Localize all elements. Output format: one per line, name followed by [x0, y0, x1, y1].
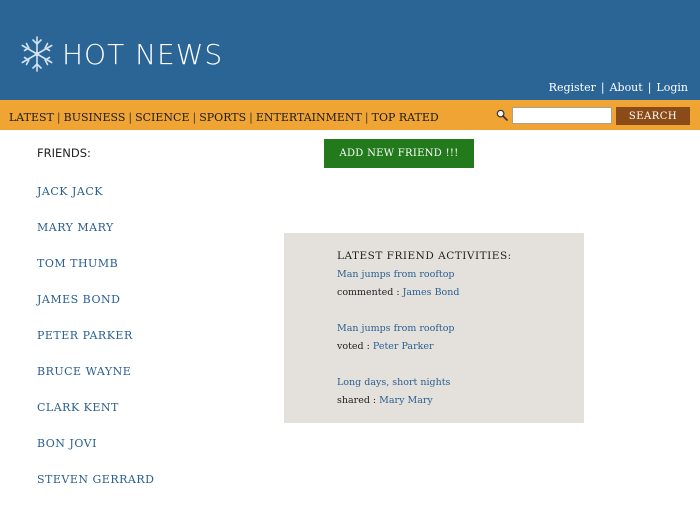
- search-input[interactable]: [512, 107, 612, 124]
- friend-link[interactable]: TOM THUMB: [37, 257, 118, 270]
- list-item: STEVEN GERRARD: [37, 470, 154, 506]
- activity-panel: LATEST FRIEND ACTIVITIES: Man jumps from…: [284, 233, 584, 423]
- story-link[interactable]: Man jumps from rooftop: [337, 266, 459, 284]
- nav-latest[interactable]: LATEST: [9, 111, 54, 124]
- friends-list: JACK JACK MARY MARY TOM THUMB JAMES BOND…: [37, 182, 154, 506]
- friend-link[interactable]: PETER PARKER: [37, 329, 133, 342]
- friend-link[interactable]: BRUCE WAYNE: [37, 365, 131, 378]
- list-item: CLARK KENT: [37, 398, 154, 434]
- login-link[interactable]: Login: [656, 81, 688, 94]
- search-button[interactable]: SEARCH: [616, 107, 690, 125]
- story-link[interactable]: Long days, short nights: [337, 374, 450, 392]
- nav-separator: |: [128, 111, 133, 124]
- nav-entertainment[interactable]: ENTERTAINMENT: [256, 111, 362, 124]
- nav-separator: |: [249, 111, 253, 124]
- activity-meta: commented : James Bond: [337, 284, 459, 302]
- nav-business[interactable]: BUSINESS: [64, 111, 126, 124]
- activity-item: Man jumps from rooftop commented : James…: [337, 266, 459, 302]
- activity-action: shared :: [337, 395, 377, 406]
- friend-link[interactable]: MARY MARY: [37, 221, 114, 234]
- nav-separator: |: [364, 111, 369, 124]
- magnifier-icon: [496, 109, 508, 121]
- register-link[interactable]: Register: [549, 81, 596, 94]
- friend-link[interactable]: Peter Parker: [373, 341, 434, 352]
- friend-link[interactable]: Mary Mary: [379, 395, 433, 406]
- nav-science[interactable]: SCIENCE: [135, 111, 189, 124]
- site-header: HOT NEWS Register | About | Login: [0, 0, 700, 100]
- list-item: JACK JACK: [37, 182, 154, 218]
- list-item: TOM THUMB: [37, 254, 154, 290]
- activity-title: LATEST FRIEND ACTIVITIES:: [337, 250, 512, 262]
- list-item: PETER PARKER: [37, 326, 154, 362]
- activity-action: voted :: [337, 341, 370, 352]
- friend-link[interactable]: BON JOVI: [37, 437, 97, 450]
- snowflake-icon: [21, 36, 53, 72]
- friend-link[interactable]: James Bond: [403, 287, 460, 298]
- friend-link[interactable]: STEVEN GERRARD: [37, 473, 154, 486]
- link-separator: |: [600, 81, 605, 94]
- activity-meta: voted : Peter Parker: [337, 338, 455, 356]
- link-separator: |: [647, 81, 652, 94]
- list-item: BRUCE WAYNE: [37, 362, 154, 398]
- activity-item: Long days, short nights shared : Mary Ma…: [337, 374, 450, 410]
- friends-heading: FRIENDS:: [37, 146, 91, 160]
- story-link[interactable]: Man jumps from rooftop: [337, 320, 455, 338]
- account-links: Register | About | Login: [549, 81, 688, 94]
- nav-separator: |: [56, 111, 61, 124]
- activity-action: commented :: [337, 287, 400, 298]
- friend-link[interactable]: JACK JACK: [37, 185, 103, 198]
- activity-meta: shared : Mary Mary: [337, 392, 450, 410]
- friend-link[interactable]: JAMES BOND: [37, 293, 120, 306]
- nav-top-rated[interactable]: TOP RATED: [372, 111, 439, 124]
- site-title: HOT NEWS: [62, 37, 224, 71]
- category-nav: LATEST | BUSINESS | SCIENCE | SPORTS | ENTERTAIN…: [9, 111, 439, 124]
- add-friend-button[interactable]: ADD NEW FRIEND !!!: [324, 139, 474, 168]
- nav-sports[interactable]: SPORTS: [199, 111, 246, 124]
- activity-item: Man jumps from rooftop voted : Peter Par…: [337, 320, 455, 356]
- list-item: MARY MARY: [37, 218, 154, 254]
- friend-link[interactable]: CLARK KENT: [37, 401, 119, 414]
- list-item: JAMES BOND: [37, 290, 154, 326]
- about-link[interactable]: About: [610, 81, 643, 94]
- site-logo[interactable]: HOT NEWS: [20, 34, 223, 74]
- list-item: BON JOVI: [37, 434, 154, 470]
- nav-separator: |: [192, 111, 197, 124]
